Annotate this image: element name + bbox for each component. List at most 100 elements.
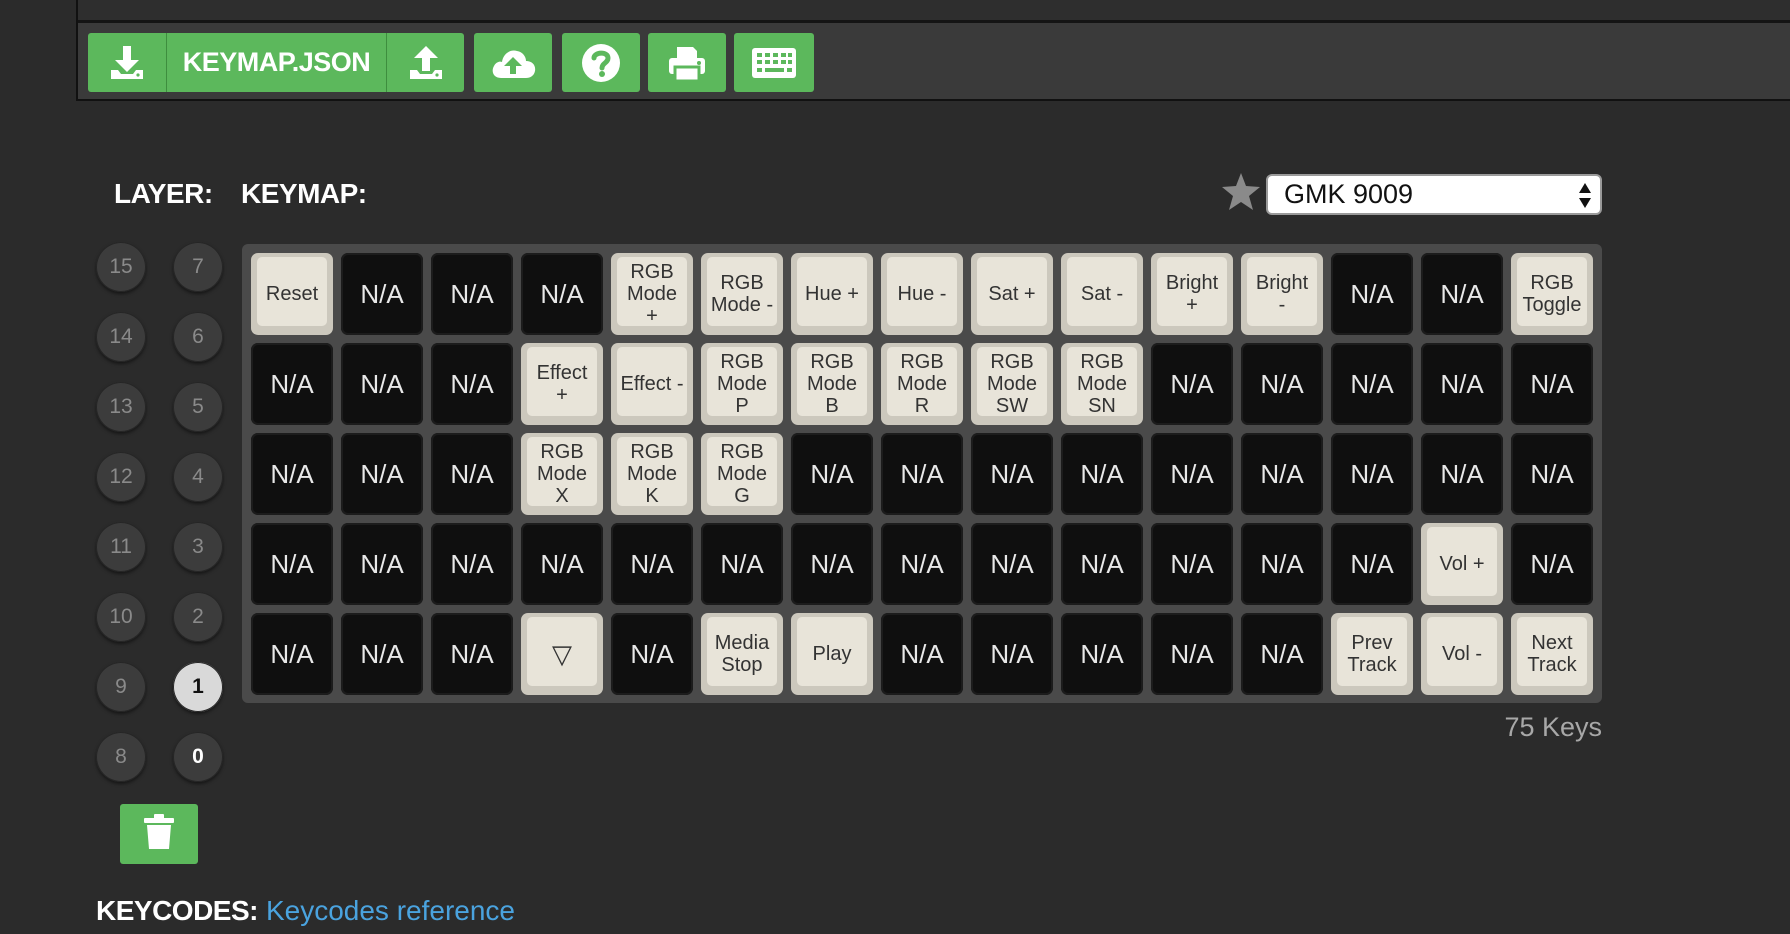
key-r1-c10[interactable]: N/A bbox=[1151, 343, 1233, 425]
layer-button-12[interactable]: 12 bbox=[96, 452, 146, 502]
key-r2-c2[interactable]: N/A bbox=[431, 433, 513, 515]
layer-button-4[interactable]: 4 bbox=[173, 452, 223, 502]
key-r0-c3[interactable]: N/A bbox=[521, 253, 603, 335]
key-r0-c6[interactable]: Hue + bbox=[791, 253, 873, 335]
key-r4-c5[interactable]: Media Stop bbox=[701, 613, 783, 695]
key-r0-c0[interactable]: Reset bbox=[251, 253, 333, 335]
layer-button-0[interactable]: 0 bbox=[173, 732, 223, 782]
key-r0-c5[interactable]: RGB Mode - bbox=[701, 253, 783, 335]
key-r2-c4[interactable]: RGB Mode K bbox=[611, 433, 693, 515]
layer-button-1[interactable]: 1 bbox=[173, 662, 223, 712]
key-r1-c12[interactable]: N/A bbox=[1331, 343, 1413, 425]
key-r2-c9[interactable]: N/A bbox=[1061, 433, 1143, 515]
key-r2-c11[interactable]: N/A bbox=[1241, 433, 1323, 515]
layer-button-7[interactable]: 7 bbox=[173, 242, 223, 292]
print-button[interactable] bbox=[648, 33, 726, 92]
key-r3-c3[interactable]: N/A bbox=[521, 523, 603, 605]
key-r2-c5[interactable]: RGB Mode G bbox=[701, 433, 783, 515]
key-r4-c4[interactable]: N/A bbox=[611, 613, 693, 695]
key-r1-c3[interactable]: Effect + bbox=[521, 343, 603, 425]
help-button[interactable] bbox=[562, 33, 640, 92]
key-r2-c1[interactable]: N/A bbox=[341, 433, 423, 515]
key-r2-c6[interactable]: N/A bbox=[791, 433, 873, 515]
key-r1-c7[interactable]: RGB Mode R bbox=[881, 343, 963, 425]
key-r4-c6[interactable]: Play bbox=[791, 613, 873, 695]
key-r0-c9[interactable]: Sat - bbox=[1061, 253, 1143, 335]
key-r4-c1[interactable]: N/A bbox=[341, 613, 423, 695]
key-r0-c1[interactable]: N/A bbox=[341, 253, 423, 335]
key-r3-c12[interactable]: N/A bbox=[1331, 523, 1413, 605]
key-r0-c10[interactable]: Bright + bbox=[1151, 253, 1233, 335]
key-r2-c8[interactable]: N/A bbox=[971, 433, 1053, 515]
key-r0-c11[interactable]: Bright - bbox=[1241, 253, 1323, 335]
key-r3-c10[interactable]: N/A bbox=[1151, 523, 1233, 605]
key-r0-c7[interactable]: Hue - bbox=[881, 253, 963, 335]
key-r1-c6[interactable]: RGB Mode B bbox=[791, 343, 873, 425]
star-icon[interactable] bbox=[1220, 172, 1262, 217]
key-r2-c14[interactable]: N/A bbox=[1511, 433, 1593, 515]
key-r4-c9[interactable]: N/A bbox=[1061, 613, 1143, 695]
layer-button-5[interactable]: 5 bbox=[173, 382, 223, 432]
key-r3-c6[interactable]: N/A bbox=[791, 523, 873, 605]
key-r4-c11[interactable]: N/A bbox=[1241, 613, 1323, 695]
key-r4-c3[interactable]: ▽ bbox=[521, 613, 603, 695]
layer-button-13[interactable]: 13 bbox=[96, 382, 146, 432]
key-r4-c8[interactable]: N/A bbox=[971, 613, 1053, 695]
key-r3-c11[interactable]: N/A bbox=[1241, 523, 1323, 605]
keycodes-reference-link[interactable]: Keycodes reference bbox=[266, 895, 515, 926]
key-r0-c4[interactable]: RGB Mode + bbox=[611, 253, 693, 335]
key-r4-c14[interactable]: Next Track bbox=[1511, 613, 1593, 695]
layer-button-15[interactable]: 15 bbox=[96, 242, 146, 292]
layer-button-8[interactable]: 8 bbox=[96, 732, 146, 782]
key-r3-c8[interactable]: N/A bbox=[971, 523, 1053, 605]
key-r2-c12[interactable]: N/A bbox=[1331, 433, 1413, 515]
layer-button-11[interactable]: 11 bbox=[96, 522, 146, 572]
layer-button-9[interactable]: 9 bbox=[96, 662, 146, 712]
clear-layer-button[interactable] bbox=[120, 804, 198, 864]
key-r3-c7[interactable]: N/A bbox=[881, 523, 963, 605]
key-r3-c4[interactable]: N/A bbox=[611, 523, 693, 605]
key-r1-c11[interactable]: N/A bbox=[1241, 343, 1323, 425]
key-r1-c5[interactable]: RGB Mode P bbox=[701, 343, 783, 425]
key-r1-c9[interactable]: RGB Mode SN bbox=[1061, 343, 1143, 425]
key-r4-c0[interactable]: N/A bbox=[251, 613, 333, 695]
key-r0-c14[interactable]: RGB Toggle bbox=[1511, 253, 1593, 335]
key-r2-c10[interactable]: N/A bbox=[1151, 433, 1233, 515]
layer-button-14[interactable]: 14 bbox=[96, 312, 146, 362]
layer-button-6[interactable]: 6 bbox=[173, 312, 223, 362]
key-r1-c13[interactable]: N/A bbox=[1421, 343, 1503, 425]
key-r1-c4[interactable]: Effect - bbox=[611, 343, 693, 425]
key-r1-c8[interactable]: RGB Mode SW bbox=[971, 343, 1053, 425]
key-r3-c2[interactable]: N/A bbox=[431, 523, 513, 605]
key-r3-c13[interactable]: Vol + bbox=[1421, 523, 1503, 605]
layer-button-3[interactable]: 3 bbox=[173, 522, 223, 572]
key-r1-c0[interactable]: N/A bbox=[251, 343, 333, 425]
key-r2-c3[interactable]: RGB Mode X bbox=[521, 433, 603, 515]
key-r3-c5[interactable]: N/A bbox=[701, 523, 783, 605]
key-r2-c13[interactable]: N/A bbox=[1421, 433, 1503, 515]
key-r4-c12[interactable]: Prev Track bbox=[1331, 613, 1413, 695]
key-r1-c1[interactable]: N/A bbox=[341, 343, 423, 425]
cloud-upload-button[interactable] bbox=[474, 33, 552, 92]
key-r3-c0[interactable]: N/A bbox=[251, 523, 333, 605]
key-r4-c13[interactable]: Vol - bbox=[1421, 613, 1503, 695]
key-r4-c7[interactable]: N/A bbox=[881, 613, 963, 695]
key-r1-c2[interactable]: N/A bbox=[431, 343, 513, 425]
layer-button-10[interactable]: 10 bbox=[96, 592, 146, 642]
key-r2-c7[interactable]: N/A bbox=[881, 433, 963, 515]
key-r0-c12[interactable]: N/A bbox=[1331, 253, 1413, 335]
key-r4-c10[interactable]: N/A bbox=[1151, 613, 1233, 695]
key-r2-c0[interactable]: N/A bbox=[251, 433, 333, 515]
key-r3-c9[interactable]: N/A bbox=[1061, 523, 1143, 605]
layer-button-2[interactable]: 2 bbox=[173, 592, 223, 642]
key-r1-c14[interactable]: N/A bbox=[1511, 343, 1593, 425]
download-keymap-button[interactable] bbox=[88, 33, 166, 92]
keyboard-select[interactable]: GMK 9009 bbox=[1266, 174, 1602, 215]
key-r3-c14[interactable]: N/A bbox=[1511, 523, 1593, 605]
key-r4-c2[interactable]: N/A bbox=[431, 613, 513, 695]
keyboard-test-button[interactable] bbox=[734, 33, 814, 92]
key-r0-c8[interactable]: Sat + bbox=[971, 253, 1053, 335]
keymap-file-button[interactable]: KEYMAP.JSON bbox=[166, 33, 386, 92]
key-r3-c1[interactable]: N/A bbox=[341, 523, 423, 605]
key-r0-c13[interactable]: N/A bbox=[1421, 253, 1503, 335]
